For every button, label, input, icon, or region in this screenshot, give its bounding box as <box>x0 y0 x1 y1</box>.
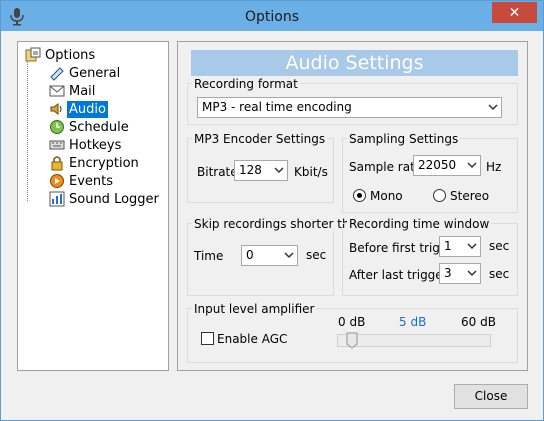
sample-rate-unit: Hz <box>486 160 502 174</box>
enable-agc-label: Enable AGC <box>217 332 288 346</box>
speaker-icon <box>50 103 62 115</box>
title-bar: Options ✕ <box>1 1 543 31</box>
chevron-down-icon <box>467 162 477 169</box>
tree-item-label: Hotkeys <box>69 138 122 153</box>
bitrate-unit: Kbit/s <box>294 165 328 179</box>
close-button[interactable]: Close <box>454 384 528 409</box>
chevron-down-icon <box>274 167 284 174</box>
tree-item-label: Mail <box>69 84 96 99</box>
enable-agc-checkbox[interactable] <box>201 332 214 345</box>
tree-item-label: General <box>69 66 121 81</box>
mail-icon <box>49 85 65 97</box>
scale-min-label: 0 dB <box>338 315 366 329</box>
recording-format-value: MP3 - real time encoding <box>202 100 352 114</box>
tree-item-label: Events <box>69 174 114 189</box>
skip-time-unit: sec <box>306 248 327 262</box>
recording-window-label: Recording time window <box>347 217 492 231</box>
mp3-encoder-label: MP3 Encoder Settings <box>192 132 328 146</box>
tree-connector <box>27 59 28 201</box>
bitrate-label: Bitrate <box>197 165 238 179</box>
scale-current-label: 5 dB <box>399 315 427 329</box>
scale-max-label: 60 dB <box>461 315 496 329</box>
bitrate-select[interactable]: 128 <box>234 160 288 181</box>
chevron-down-icon <box>284 252 294 259</box>
lock-icon <box>51 156 63 171</box>
skip-time-value: 0 <box>246 248 254 262</box>
clock-icon <box>50 120 64 134</box>
tree-item-label: Audio <box>67 101 108 118</box>
after-trigger-select[interactable]: 3 <box>439 263 481 284</box>
chart-icon <box>49 191 65 207</box>
before-trigger-value: 1 <box>444 239 452 253</box>
play-icon <box>50 174 64 188</box>
sample-rate-label: Sample rate <box>349 160 423 174</box>
before-trigger-unit: sec <box>489 239 510 253</box>
tree-item-label: Schedule <box>69 120 129 135</box>
recording-window-group <box>342 223 518 296</box>
amplifier-slider-track[interactable] <box>337 334 491 347</box>
stereo-radio[interactable] <box>433 189 446 202</box>
after-trigger-unit: sec <box>489 267 510 281</box>
amplifier-slider-thumb[interactable] <box>346 332 358 349</box>
after-trigger-label: After last trigger <box>349 268 448 282</box>
options-window: Options ✕ Options General Mail Audio Sch… <box>0 0 544 421</box>
mono-label: Mono <box>370 189 403 203</box>
close-icon: ✕ <box>508 4 521 20</box>
radio-selected-dot <box>357 193 362 198</box>
tree-item-label: Sound Logger <box>69 192 159 207</box>
skip-time-select[interactable]: 0 <box>241 245 298 266</box>
bitrate-value: 128 <box>239 163 262 177</box>
general-icon <box>50 67 64 81</box>
chevron-down-icon <box>488 104 498 111</box>
stereo-label: Stereo <box>450 189 490 203</box>
tree-root-label: Options <box>45 48 96 63</box>
time-label: Time <box>194 249 224 263</box>
tree-item-label: Encryption <box>69 156 139 171</box>
recording-format-label: Recording format <box>192 77 300 91</box>
before-trigger-select[interactable]: 1 <box>439 236 481 257</box>
keyboard-icon <box>49 140 65 150</box>
panel-title: Audio Settings <box>191 50 518 76</box>
close-window-button[interactable]: ✕ <box>492 2 537 23</box>
after-trigger-value: 3 <box>444 266 452 280</box>
sample-rate-select[interactable]: 22050 <box>413 155 481 176</box>
chevron-down-icon <box>467 270 477 277</box>
mono-radio[interactable] <box>353 189 366 202</box>
recording-format-select[interactable]: MP3 - real time encoding <box>197 97 502 118</box>
chevron-down-icon <box>467 243 477 250</box>
options-icon <box>25 47 41 62</box>
skip-recordings-label: Skip recordings shorter than <box>192 217 367 231</box>
amplifier-label: Input level amplifier <box>192 302 317 316</box>
sampling-label: Sampling Settings <box>347 132 461 146</box>
sample-rate-value: 22050 <box>418 158 457 172</box>
window-title: Options <box>244 9 300 25</box>
